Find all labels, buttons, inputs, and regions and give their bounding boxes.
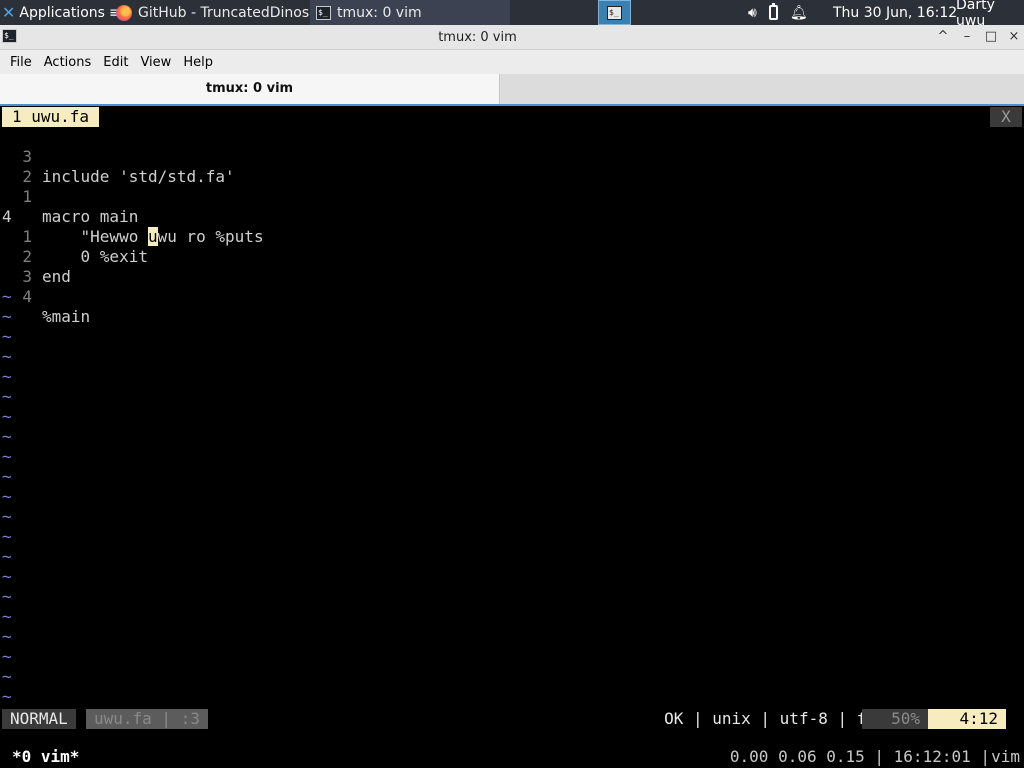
code-line: 1 0 %exit <box>0 207 1024 266</box>
applications-menu[interactable]: ✕ Applications ≡ <box>0 0 121 25</box>
taskbar-item-firefox[interactable]: GitHub - TruncatedDinos... <box>110 0 310 25</box>
volume-icon[interactable]: 🔊︎ <box>748 5 757 21</box>
code-line: 4 %main <box>0 267 1024 326</box>
window-minimize-button[interactable]: – <box>958 28 976 46</box>
tilde-marker: ~ <box>0 427 40 447</box>
window-shade-button[interactable]: ^ <box>934 28 952 46</box>
window-close-button[interactable]: × <box>1005 28 1023 46</box>
tilde-glyph: ~ <box>2 467 12 486</box>
vim-mode: NORMAL <box>2 709 76 729</box>
tilde-marker: ~ <box>0 587 40 607</box>
code-line: 2 <box>0 147 1024 186</box>
tilde-marker: ~ <box>0 687 40 707</box>
system-tray: 🔊︎ 🔔︎ <box>748 0 808 25</box>
menubar: File Actions Edit View Help <box>0 50 1024 74</box>
user-menu[interactable]: Darty uwu <box>956 0 1024 29</box>
terminal-icon: $_ <box>316 5 331 20</box>
tilde-marker: ~ <box>0 327 40 347</box>
tilde-marker: ~ <box>0 527 40 547</box>
code-text: %main <box>42 307 91 326</box>
tilde-glyph: ~ <box>2 327 12 346</box>
window-titlebar[interactable]: $_ tmux: 0 vim ^ – □ × <box>0 25 1024 50</box>
tilde-glyph: ~ <box>2 407 12 426</box>
taskbar-item-label: tmux: 0 vim <box>337 4 422 21</box>
tilde-glyph: ~ <box>2 667 12 686</box>
tilde-glyph: ~ <box>2 447 12 466</box>
menu-help[interactable]: Help <box>178 55 218 70</box>
tilde-glyph: ~ <box>2 507 12 526</box>
tmux-status-right: 0.00 0.06 0.15 | 16:12:01 | <box>729 747 990 766</box>
tilde-marker: ~ <box>0 387 40 407</box>
menu-file[interactable]: File <box>5 55 37 70</box>
tilde-glyph: ~ <box>2 367 12 386</box>
taskbar-item-label: GitHub - TruncatedDinos... <box>138 4 310 21</box>
tilde-marker: ~ <box>0 467 40 487</box>
tilde-marker: ~ <box>0 347 40 367</box>
window-maximize-button[interactable]: □ <box>982 28 1000 46</box>
tilde-glyph: ~ <box>2 487 12 506</box>
terminal-icon: $_ <box>607 5 622 20</box>
workspace-pager[interactable]: $_ <box>598 0 631 25</box>
tilde-glyph: ~ <box>2 647 12 666</box>
tilde-glyph: ~ <box>2 427 12 446</box>
window-title: tmux: 0 vim <box>438 30 517 45</box>
code-line: 3 include 'std/std.fa' <box>0 127 1024 186</box>
tab-tmux-vim[interactable]: tmux: 0 vim <box>0 74 500 105</box>
tilde-marker: ~ <box>0 447 40 467</box>
tilde-marker: ~ <box>0 407 40 427</box>
menu-view[interactable]: View <box>135 55 176 70</box>
menu-edit[interactable]: Edit <box>98 55 133 70</box>
tilde-glyph: ~ <box>2 287 12 306</box>
tilde-glyph: ~ <box>2 527 12 546</box>
vim-buffer-tab[interactable]: 1 uwu.fa <box>2 107 100 127</box>
tilde-marker: ~ <box>0 627 40 647</box>
terminal-area[interactable]: 1 uwu.fa X 3 include 'std/std.fa' 2 1 ma… <box>0 106 1024 768</box>
tilde-marker: ~ <box>0 287 40 307</box>
top-panel: ✕ Applications ≡ GitHub - TruncatedDinos… <box>0 0 1024 29</box>
tilde-glyph: ~ <box>2 547 12 566</box>
vim-status-position: 4:12 <box>928 709 1006 729</box>
vim-buffer-line: 1 uwu.fa X <box>2 107 1022 127</box>
tilde-glyph: ~ <box>2 607 12 626</box>
tilde-glyph: ~ <box>2 687 12 706</box>
tilde-glyph: ~ <box>2 387 12 406</box>
tilde-marker: ~ <box>0 487 40 507</box>
tmux-status-name: vim <box>991 747 1020 766</box>
tmux-window-label[interactable]: *0 vim* <box>12 746 79 768</box>
tilde-glyph: ~ <box>2 307 12 326</box>
xfce-logo-icon: ✕ <box>2 3 16 22</box>
vim-close-tab-button[interactable]: X <box>990 107 1022 127</box>
tilde-marker: ~ <box>0 307 40 327</box>
vim-statusline: NORMAL uwu.fa | :3 OK | unix | utf-8 | f… <box>0 709 1024 729</box>
code-line-current: 4 "Hewwo uwu ro %puts <box>0 187 1024 246</box>
tmux-statusbar: *0 vim* 0.00 0.06 0.15 | 16:12:01 | vim <box>0 746 1024 768</box>
vim-status-filename: uwu.fa | :3 <box>86 709 208 729</box>
tilde-glyph: ~ <box>2 627 12 646</box>
clock[interactable]: Thu 30 Jun, 16:12 <box>833 0 957 25</box>
tilde-marker: ~ <box>0 647 40 667</box>
battery-icon[interactable] <box>768 3 778 20</box>
tab-bar: tmux: 0 vim <box>0 74 1024 105</box>
vim-status-fileinfo: OK | unix | utf-8 | fa <box>656 709 884 729</box>
firefox-icon <box>116 4 132 21</box>
tilde-glyph: ~ <box>2 567 12 586</box>
code-line: 3 <box>0 247 1024 286</box>
notification-bell-icon[interactable]: 🔔︎ <box>790 5 808 21</box>
taskbar-item-terminal[interactable]: $_ tmux: 0 vim <box>310 0 510 25</box>
tilde-marker: ~ <box>0 507 40 527</box>
applications-label: Applications <box>19 4 105 21</box>
tilde-marker: ~ <box>0 547 40 567</box>
menu-actions[interactable]: Actions <box>39 55 97 70</box>
tilde-marker: ~ <box>0 667 40 687</box>
code-line: 1 macro main <box>0 167 1024 226</box>
vim-status-percent: 50% <box>862 709 928 729</box>
tilde-glyph: ~ <box>2 587 12 606</box>
tilde-marker: ~ <box>0 367 40 387</box>
tilde-glyph: ~ <box>2 347 12 366</box>
tilde-marker: ~ <box>0 607 40 627</box>
tilde-marker: ~ <box>0 567 40 587</box>
code-line: 2 end <box>0 227 1024 286</box>
